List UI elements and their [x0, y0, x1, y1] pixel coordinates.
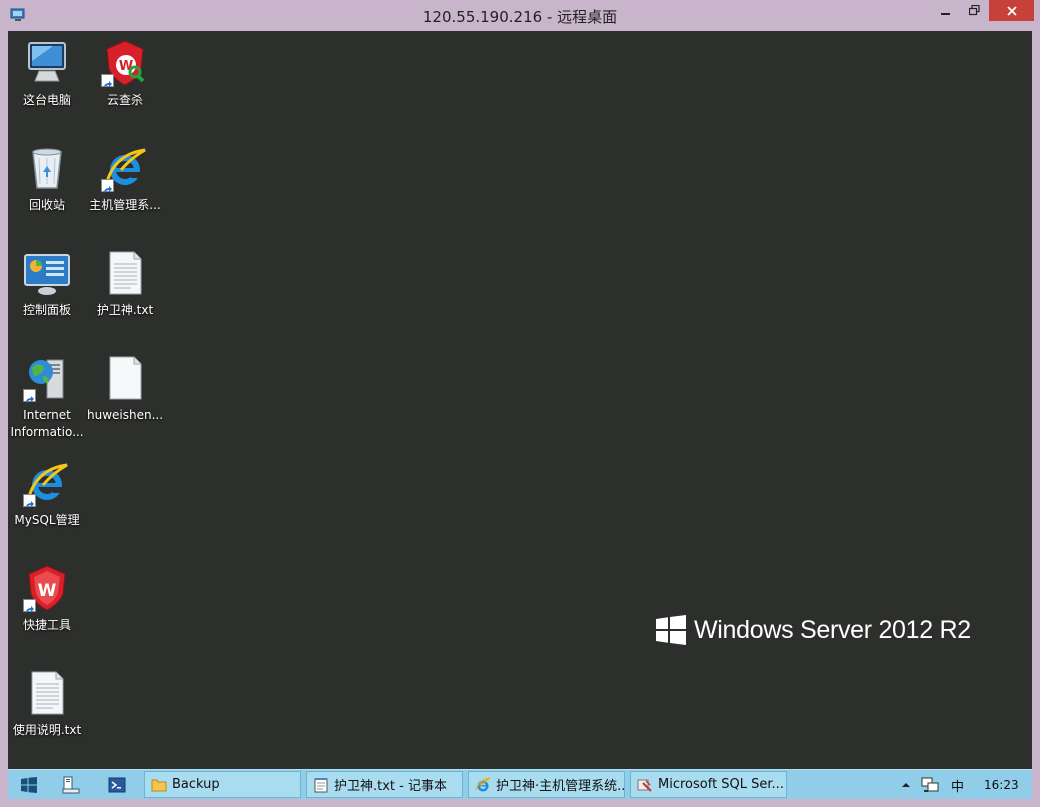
desktop-icon-recycle-bin[interactable]: 回收站: [8, 144, 86, 214]
computer-icon: [28, 42, 66, 82]
start-button[interactable]: [16, 771, 42, 799]
remote-desktop-window: 120.55.190.216 - 远程桌面 这台电脑 W 云查杀 回收站 主机管…: [0, 0, 1040, 807]
desktop-icon-label: 这台电脑: [22, 93, 71, 107]
sql-server-icon: [637, 779, 652, 792]
blank-file-icon: [109, 356, 142, 400]
text-file-icon: [31, 671, 64, 715]
notepad-icon: [314, 777, 328, 792]
shortcut-arrow-icon: [101, 74, 114, 88]
svg-text:W: W: [38, 581, 57, 601]
windows-logo-icon: [656, 615, 686, 645]
network-icon[interactable]: [921, 776, 939, 794]
desktop-icon-host-management[interactable]: 主机管理系...: [86, 144, 164, 214]
os-brand-text: Windows Server 2012 R2: [694, 615, 971, 644]
desktop-icon-iis[interactable]: Internet Informatio...: [8, 354, 86, 441]
restore-button[interactable]: [960, 0, 988, 21]
internet-explorer-icon: [475, 776, 491, 791]
os-branding: Windows Server 2012 R2: [656, 614, 971, 646]
desktop-icon-label: MySQL管理: [14, 513, 80, 527]
desktop-icon-label: 控制面板: [22, 303, 71, 317]
control-panel-icon: [24, 254, 70, 295]
desktop-icon-control-panel[interactable]: 控制面板: [8, 249, 86, 319]
desktop-icon-this-pc[interactable]: 这台电脑: [8, 39, 86, 109]
minimize-button[interactable]: [932, 0, 960, 21]
desktop-icon-label: 回收站: [28, 198, 65, 212]
taskbar-item-sql-server[interactable]: Microsoft SQL Ser...: [630, 771, 787, 798]
taskbar-item-label: Backup: [172, 777, 220, 792]
desktop-icon-quick-tools[interactable]: W 快捷工具: [8, 564, 86, 634]
title-bar[interactable]: 120.55.190.216 - 远程桌面: [0, 0, 1040, 30]
desktop-icon-label: 主机管理系...: [89, 198, 161, 212]
ime-indicator[interactable]: 中: [951, 776, 964, 795]
folder-icon: [151, 779, 167, 791]
close-icon: [1006, 5, 1017, 16]
server-manager-button[interactable]: [58, 771, 84, 799]
shortcut-arrow-icon: [101, 179, 114, 193]
notification-tray: 中 16:23: [901, 770, 1019, 800]
minimize-icon: [941, 12, 950, 15]
desktop-icon-label: 云查杀: [106, 93, 143, 107]
restore-icon: [968, 5, 980, 16]
shortcut-arrow-icon: [23, 599, 36, 613]
taskbar-item-notepad[interactable]: 护卫神.txt - 记事本: [306, 771, 463, 798]
desktop-icon-cloud-scan[interactable]: W 云查杀: [86, 39, 164, 109]
show-hidden-icons-chevron-up-icon[interactable]: [901, 780, 911, 790]
recycle-bin-icon: [32, 148, 62, 189]
shortcut-arrow-icon: [23, 494, 36, 508]
window-title: 120.55.190.216 - 远程桌面: [422, 8, 618, 26]
taskbar-item-label: 护卫神.txt - 记事本: [334, 779, 447, 794]
server-manager-icon: [62, 776, 80, 794]
powershell-button[interactable]: [104, 771, 130, 799]
desktop-icon-label: 快捷工具: [22, 618, 71, 632]
desktop-icon-huweishen-file[interactable]: huweishen...: [86, 354, 164, 424]
taskbar-item-label: 护卫神·主机管理系统...: [496, 779, 625, 794]
close-button[interactable]: [989, 0, 1034, 21]
shortcut-arrow-icon: [23, 389, 36, 403]
clock[interactable]: 16:23: [984, 778, 1019, 792]
taskbar-item-host-management[interactable]: 护卫神·主机管理系统...: [468, 771, 625, 798]
desktop-icon-mysql-management[interactable]: MySQL管理: [8, 459, 86, 529]
desktop: 这台电脑 W 云查杀 回收站 主机管理系... 控制面板 护卫神.txt Int…: [8, 31, 1032, 769]
text-file-icon: [109, 251, 142, 295]
desktop-icon-label: huweishen...: [86, 408, 164, 422]
desktop-icon-readme-txt[interactable]: 使用说明.txt: [8, 669, 86, 739]
desktop-icon-label: Internet Informatio...: [10, 408, 84, 439]
taskbar-item-label: Microsoft SQL Ser...: [658, 777, 784, 792]
desktop-icon-huweishen-txt[interactable]: 护卫神.txt: [86, 249, 164, 319]
desktop-icon-label: 使用说明.txt: [12, 723, 82, 737]
taskbar: Backup 护卫神.txt - 记事本 护卫神·主机管理系统... Micro…: [8, 769, 1032, 799]
windows-start-icon: [21, 777, 37, 793]
desktop-icon-label: 护卫神.txt: [96, 303, 154, 317]
powershell-icon: [108, 777, 126, 793]
taskbar-item-backup[interactable]: Backup: [144, 771, 301, 798]
